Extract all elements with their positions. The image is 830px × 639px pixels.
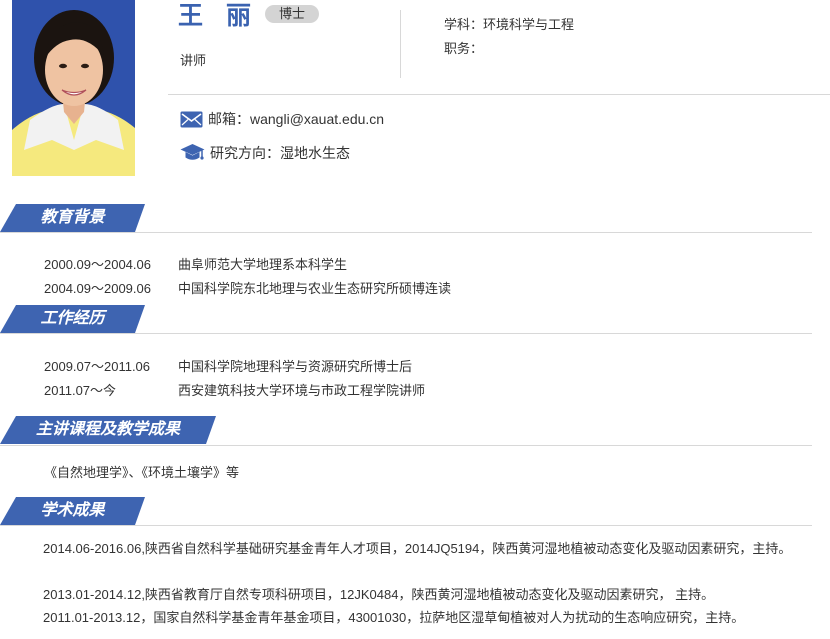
section-divider xyxy=(0,333,812,334)
education-period: 2000.09～2004.06 xyxy=(44,257,151,272)
research-item: 2014.06-2016.06,陕西省自然科学基础研究基金青年人才项目，2014… xyxy=(43,541,792,556)
envelope-icon xyxy=(180,111,203,127)
work-period: 2011.07～今 xyxy=(44,383,117,398)
section-teaching-title: 主讲课程及教学成果 xyxy=(35,421,180,438)
research-item: 2013.01-2014.12,陕西省教育厅自然专项科研项目，12JK0484，… xyxy=(43,587,715,602)
teaching-text: 《自然地理学》、《环境土壤学》等 xyxy=(44,465,240,480)
education-period: 2004.09～2009.06 xyxy=(44,281,151,296)
email-text: 邮箱：wangli@xauat.edu.cn xyxy=(208,111,385,127)
graduation-cap-icon xyxy=(180,144,205,160)
section-divider xyxy=(0,525,812,526)
section-research-header: 学术成果 xyxy=(0,497,812,526)
education-detail: 曲阜师范大学地理系本科学生 xyxy=(178,257,348,272)
work-detail: 中国科学院地理科学与资源研究所博士后 xyxy=(178,359,413,374)
education-detail: 中国科学院东北地理与农业生态研究所硕博连读 xyxy=(178,281,452,296)
header-divider xyxy=(168,94,830,95)
vertical-divider xyxy=(400,10,401,78)
section-education-header: 教育背景 xyxy=(0,204,812,233)
section-divider xyxy=(0,232,812,233)
research-direction-row: 研究方向：湿地水生态 xyxy=(180,143,350,163)
section-work-title: 工作经历 xyxy=(40,310,105,327)
section-divider xyxy=(0,445,812,446)
section-education-title: 教育背景 xyxy=(40,209,105,226)
email-row: 邮箱：wangli@xauat.edu.cn xyxy=(180,109,384,129)
degree-badge: 博士 xyxy=(265,5,319,23)
section-teaching-header: 主讲课程及教学成果 xyxy=(0,416,812,446)
work-period: 2009.07～2011.06 xyxy=(44,359,151,374)
research-direction-text: 研究方向：湿地水生态 xyxy=(210,145,350,161)
discipline-text: 学科：环境科学与工程 xyxy=(444,17,575,32)
section-work-header: 工作经历 xyxy=(0,305,812,334)
job-title: 讲师 xyxy=(180,53,207,68)
work-detail: 西安建筑科技大学环境与市政工程学院讲师 xyxy=(178,383,426,398)
research-item: 2011.01-2013.12，国家自然科学基金青年基金项目，43001030，… xyxy=(43,610,745,625)
person-name: 王 丽 xyxy=(178,2,259,30)
section-research-title: 学术成果 xyxy=(40,502,105,519)
position-text: 职务： xyxy=(444,41,484,56)
profile-photo xyxy=(12,0,135,176)
